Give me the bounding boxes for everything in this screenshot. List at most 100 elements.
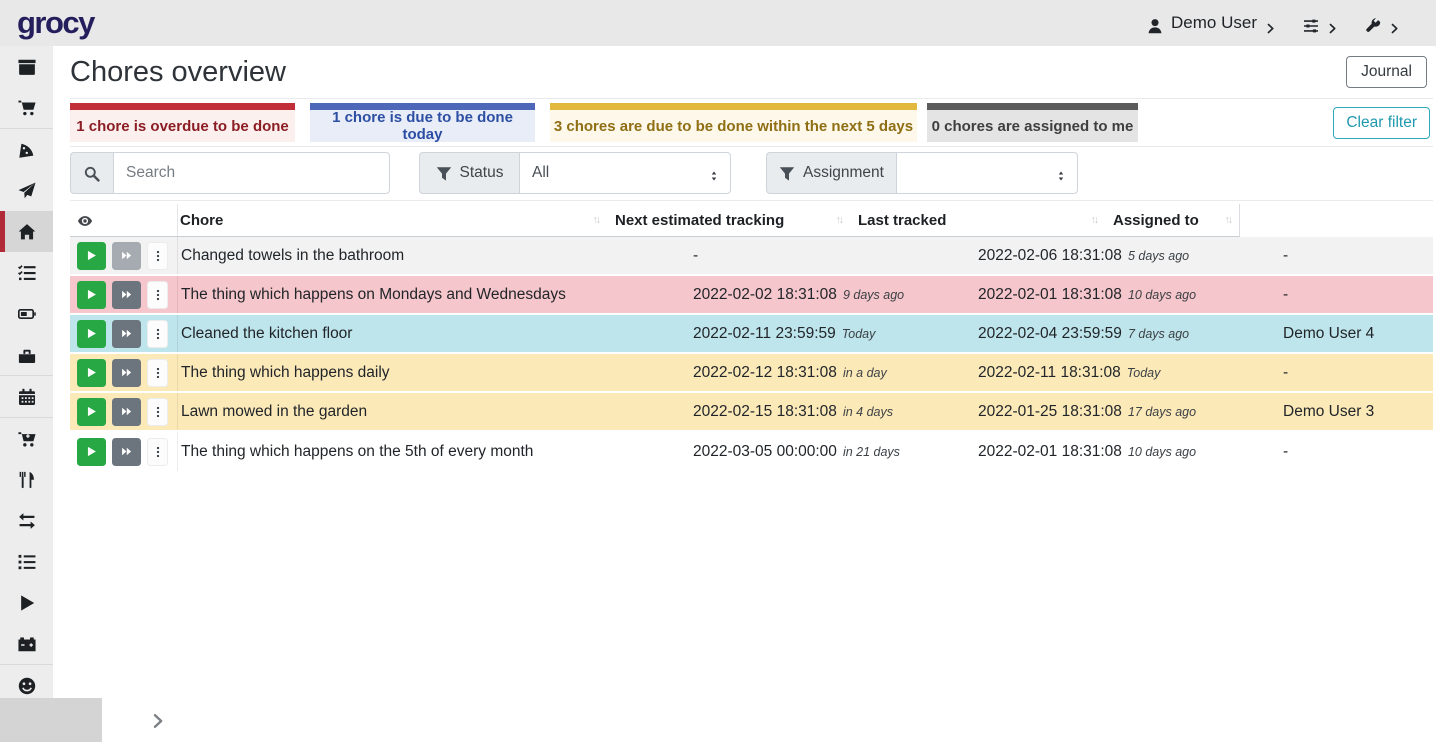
table-row: Lawn mowed in the garden2022-02-15 18:31… [70,393,1433,432]
toolbox-icon [18,345,36,363]
skip-chore-button[interactable] [112,438,141,466]
user-menu[interactable]: Demo User [1147,13,1276,33]
column-header-last-tracked[interactable]: Last tracked ↑↓ [850,204,1105,236]
track-chore-button[interactable] [77,320,106,348]
select-arrows-icon [1055,167,1067,179]
next-estimated-tracking-relative: in 4 days [843,405,893,419]
battery-icon [18,304,36,322]
column-header-next-estimated-tracking[interactable]: Next estimated tracking ↑↓ [607,204,850,236]
track-chore-button[interactable] [77,398,106,426]
chore-status-banner[interactable]: 3 chores are due to be done within the n… [550,103,917,142]
chore-row-menu-button[interactable] [147,398,168,426]
last-tracked: 2022-02-01 18:31:0810 days ago [970,432,1275,471]
skip-chore-button[interactable] [112,320,141,348]
track-chore-icon [86,289,97,300]
sidebar-item-paper-plane[interactable] [0,170,53,211]
track-chore-button[interactable] [77,281,106,309]
sidebar-item-utensils[interactable] [0,459,53,500]
status-filter-group: Status All [419,152,731,194]
sort-icon: ↑↓ [593,214,600,226]
last-tracked-relative: 17 days ago [1128,405,1196,419]
assignment-label-text: Assignment [803,164,884,182]
bullet-list-icon [18,552,36,570]
sidebar-item-calendar[interactable] [0,376,53,417]
main-content: Chores overview Journal 1 chore is overd… [56,46,1436,742]
filter-icon [436,165,452,181]
home-icon [18,222,36,240]
chore-row-menu-button[interactable] [147,438,168,466]
chore-status-banner[interactable]: 0 chores are assigned to me [927,103,1138,142]
track-chore-icon [86,367,97,378]
sidebar-item-play[interactable] [0,582,53,623]
box-icon [18,57,36,75]
sidebar-item-shopping-cart[interactable] [0,87,53,128]
track-chore-icon [86,328,97,339]
track-chore-button[interactable] [77,242,106,270]
chore-row-menu-button[interactable] [147,242,168,270]
skip-chore-button[interactable] [112,398,141,426]
chore-row-menu-icon [152,328,164,340]
search-group [70,152,390,194]
chore-row-menu-button[interactable] [147,320,168,348]
track-chore-button[interactable] [77,438,106,466]
sidebar-expand-toggle[interactable] [0,698,102,742]
shopping-cart-icon [18,98,36,116]
chore-row-menu-button[interactable] [147,281,168,309]
sidebar-item-bullet-list[interactable] [0,541,53,582]
sidebar-item-car-battery[interactable] [0,623,53,664]
assigned-to: Demo User 4 [1275,315,1433,352]
chore-row-menu-icon [152,367,164,379]
admin-menu[interactable] [1365,15,1400,31]
sidebar-item-pizza-slice[interactable] [0,129,53,170]
table-row: The thing which happens on Mondays and W… [70,276,1433,315]
sidebar [0,46,53,742]
assigned-to: - [1275,276,1433,313]
next-estimated-tracking: - [685,237,970,274]
user-name: Demo User [1171,13,1257,33]
sort-icon: ↑↓ [836,214,843,226]
sidebar-item-box[interactable] [0,46,53,87]
journal-button[interactable]: Journal [1346,56,1427,88]
last-tracked: 2022-02-11 18:31:08Today [970,354,1275,391]
last-tracked: 2022-02-01 18:31:0810 days ago [970,276,1275,313]
last-tracked: 2022-01-25 18:31:0817 days ago [970,393,1275,430]
column-visibility-toggle[interactable] [70,204,178,236]
chore-row-menu-button[interactable] [147,359,168,387]
assignment-select[interactable] [896,152,1078,194]
assigned-to: - [1275,237,1433,274]
track-chore-button[interactable] [77,359,106,387]
skip-chore-button[interactable] [112,359,141,387]
page-title: Chores overview [70,56,286,89]
skip-chore-button[interactable] [112,242,141,270]
sidebar-item-task-list[interactable] [0,252,53,293]
sidebar-item-home[interactable] [0,211,53,252]
filter-icon [779,165,795,181]
settings-menu[interactable] [1303,15,1338,31]
search-input[interactable] [113,152,390,194]
chore-status-banner[interactable]: 1 chore is due to be done today [310,103,535,142]
chore-status-banner[interactable]: 1 chore is overdue to be done [70,103,295,142]
next-estimated-tracking-relative: in 21 days [843,445,900,459]
column-header-chore[interactable]: Chore ↑↓ [178,204,607,236]
clear-filter-button[interactable]: Clear filter [1333,107,1430,139]
chore-row-menu-icon [152,406,164,418]
last-tracked: 2022-02-06 18:31:085 days ago [970,237,1275,274]
track-chore-icon [86,446,97,457]
sidebar-item-battery[interactable] [0,293,53,334]
table-row: The thing which happens on the 5th of ev… [70,432,1433,471]
sidebar-item-toolbox[interactable] [0,334,53,375]
last-tracked-relative: 5 days ago [1128,249,1189,263]
next-estimated-tracking: 2022-02-02 18:31:089 days ago [685,276,970,313]
skip-chore-button[interactable] [112,281,141,309]
table-row: The thing which happens daily2022-02-12 … [70,354,1433,393]
sidebar-item-exchange-arrows[interactable] [0,500,53,541]
chevron-right-icon [75,712,91,728]
sidebar-item-cart-plus[interactable] [0,418,53,459]
next-estimated-tracking: 2022-03-05 00:00:00in 21 days [685,432,970,471]
search-icon [84,165,100,181]
column-header-assigned-to[interactable]: Assigned to ↑↓ [1105,204,1239,236]
grocy-logo[interactable]: grocy [17,5,94,41]
status-select[interactable]: All [519,152,731,194]
exchange-arrows-icon [18,511,36,529]
next-estimated-tracking-relative: 9 days ago [843,288,904,302]
